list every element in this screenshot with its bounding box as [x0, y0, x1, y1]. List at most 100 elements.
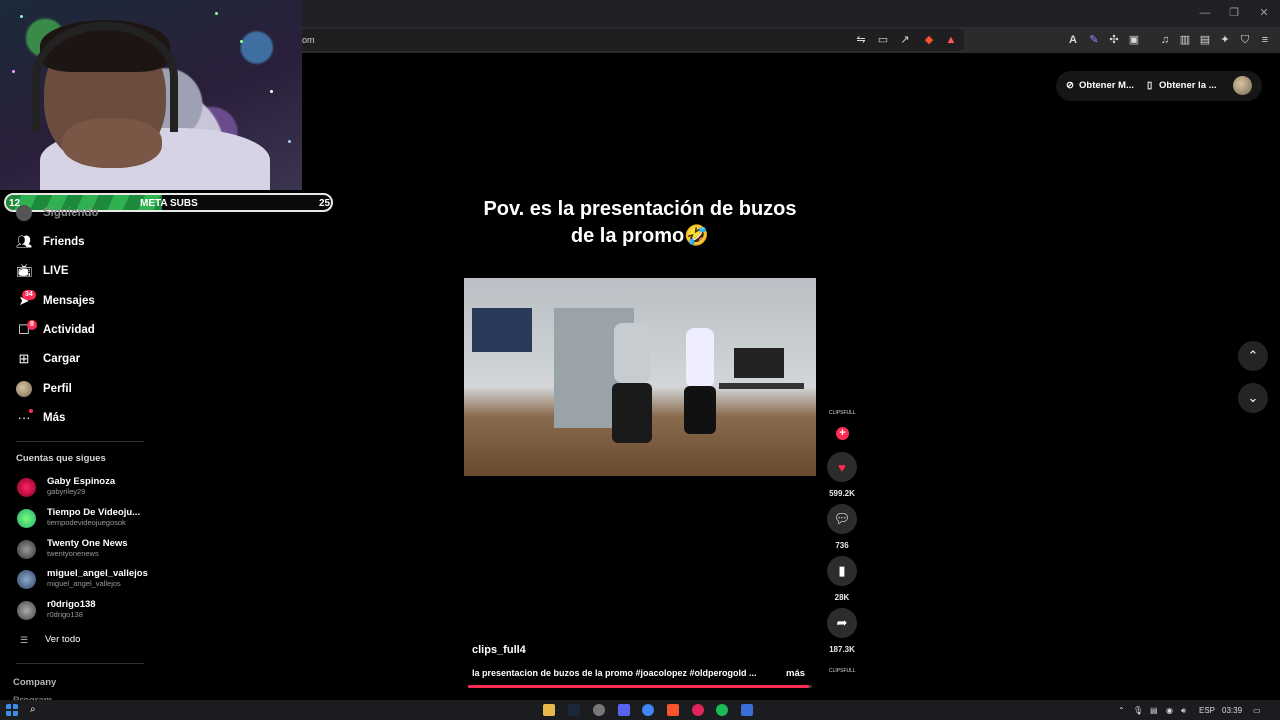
bookmark-icon: ▮: [838, 563, 846, 578]
messages-badge: 34: [22, 290, 36, 300]
desk: [719, 383, 804, 389]
webcam-overlay: [0, 0, 302, 190]
search-icon[interactable]: ⌕: [30, 704, 42, 716]
person-1-legs: [612, 383, 652, 443]
account-username: r0drigo138: [47, 610, 83, 619]
get-desktop-icon: ⊘: [1066, 80, 1074, 91]
share-button[interactable]: ➦: [827, 608, 857, 638]
clock[interactable]: 03:39: [1222, 706, 1242, 715]
wifi-icon[interactable]: ◉: [1166, 706, 1173, 715]
sound-disc-logo[interactable]: CLIPSFULL: [829, 668, 856, 674]
save-button[interactable]: ▮: [827, 556, 857, 586]
caption-line-2: de la promo🤣: [570, 225, 710, 247]
language-indicator[interactable]: ESP: [1199, 706, 1215, 715]
more-dot: [29, 409, 33, 413]
profile-avatar: [16, 381, 32, 397]
volume-icon[interactable]: 🔊︎: [1181, 706, 1186, 716]
get-desktop-app-button[interactable]: Obtener M...: [1079, 80, 1134, 91]
next-video-button[interactable]: ⌄: [1238, 383, 1268, 413]
obs-icon[interactable]: [593, 704, 605, 716]
like-button[interactable]: ♥: [827, 452, 857, 482]
close-icon[interactable]: ✕: [1257, 6, 1271, 20]
share-icon[interactable]: ↗: [898, 33, 912, 47]
chrome-icon[interactable]: [642, 704, 654, 716]
video-description: la presentacion de buzos de la promo #jo…: [472, 668, 757, 678]
sidebar-item-live[interactable]: 📺︎ LIVE: [16, 260, 69, 282]
brave-icon[interactable]: [667, 704, 679, 716]
translate-icon[interactable]: ⇋: [854, 33, 868, 47]
sidebar-item-upload[interactable]: ⊞ Cargar: [16, 348, 81, 370]
extensions-icon[interactable]: ✣: [1107, 33, 1121, 47]
avatar: [17, 478, 36, 497]
sidebar-item-label: Más: [43, 412, 66, 424]
network-icon[interactable]: ▤: [1150, 706, 1158, 715]
account-name: Twenty One News: [47, 538, 128, 549]
steam-icon[interactable]: [568, 704, 580, 716]
video-player[interactable]: [464, 278, 816, 476]
sidebar-item-label: LIVE: [43, 265, 69, 277]
reader-icon[interactable]: A: [1066, 33, 1080, 47]
footer-company-link[interactable]: Company: [13, 677, 56, 688]
sidebar-item-more[interactable]: ··· Más: [16, 407, 66, 429]
sidebar-item-following[interactable]: Siguiendo: [16, 202, 99, 224]
sidebar-item-label: Cargar: [43, 353, 81, 365]
sidebar-icon[interactable]: ▥: [1178, 33, 1192, 47]
person-2: [686, 328, 714, 388]
like-count: 599.2K: [829, 489, 855, 498]
sidebar-item-label: Perfil: [43, 383, 72, 395]
pen-icon[interactable]: ✎: [1087, 33, 1101, 47]
sidebar-item-friends[interactable]: 👥︎ Friends: [16, 231, 85, 253]
discord-icon[interactable]: [618, 704, 630, 716]
sidebar-item-label: Friends: [43, 236, 85, 248]
screenshot-icon[interactable]: ▭: [876, 33, 890, 47]
following-icon: [16, 205, 32, 221]
account-name: r0drigo138: [47, 599, 96, 610]
list-icon: ☰: [20, 635, 29, 645]
avatar: [17, 601, 36, 620]
following-title: Cuentas que sigues: [16, 453, 106, 464]
account-name: miguel_angel_vallejos: [47, 568, 148, 579]
windows-start-icon[interactable]: [6, 704, 18, 716]
brave-shield-icon[interactable]: ◆: [922, 33, 936, 47]
spotify-icon[interactable]: [716, 704, 728, 716]
sidebar-item-profile[interactable]: Perfil: [16, 378, 72, 400]
vpn-icon[interactable]: ⛉: [1238, 33, 1252, 47]
brave-rewards-icon[interactable]: ▲: [944, 33, 958, 47]
leo-icon[interactable]: ✦: [1218, 33, 1232, 47]
person-1: [614, 323, 650, 383]
microphone-icon[interactable]: 🎙︎: [1133, 706, 1143, 715]
file-explorer-icon[interactable]: [543, 704, 555, 716]
menu-icon[interactable]: ≡: [1258, 33, 1272, 47]
monitor: [734, 348, 784, 378]
save-count: 28K: [834, 593, 850, 602]
comment-icon: 💬︎: [833, 511, 851, 526]
get-mobile-app-button[interactable]: Obtener la ...: [1159, 80, 1217, 91]
account-username: tiempodevideojuegosok: [47, 518, 126, 527]
wallet-icon[interactable]: ▤: [1198, 33, 1212, 47]
sidebar-item-label: Siguiendo: [43, 207, 99, 219]
share-count: 187.3K: [829, 645, 855, 654]
chevron-down-icon: ⌄: [1247, 390, 1259, 405]
see-all-link[interactable]: Ver todo: [45, 634, 80, 645]
music-icon[interactable]: ♫: [1158, 33, 1172, 47]
tab-icon[interactable]: ▣: [1127, 33, 1141, 47]
app-icon[interactable]: [741, 704, 753, 716]
media-player-icon[interactable]: [692, 704, 704, 716]
activity-badge: 8: [27, 320, 37, 330]
avatar: [17, 540, 36, 559]
share-arrow-icon: ➦: [836, 615, 848, 630]
more-link[interactable]: más: [786, 668, 805, 679]
account-username: twentyonenews: [47, 549, 99, 558]
follow-plus-icon[interactable]: +: [836, 427, 849, 440]
heart-icon: ♥: [838, 459, 846, 475]
comment-button[interactable]: 💬︎: [827, 504, 857, 534]
minimize-icon[interactable]: —: [1198, 6, 1212, 20]
notifications-icon[interactable]: ▭: [1253, 706, 1261, 715]
profile-avatar[interactable]: [1233, 76, 1252, 95]
taskbar: [0, 700, 1280, 720]
caption-line-1: Pov. es la presentación de buzos: [483, 198, 797, 220]
video-author[interactable]: clips_full4: [472, 644, 526, 656]
restore-icon[interactable]: ❐: [1227, 6, 1241, 20]
tray-expand-icon[interactable]: ⌃: [1118, 706, 1125, 715]
previous-video-button[interactable]: ⌃: [1238, 341, 1268, 371]
